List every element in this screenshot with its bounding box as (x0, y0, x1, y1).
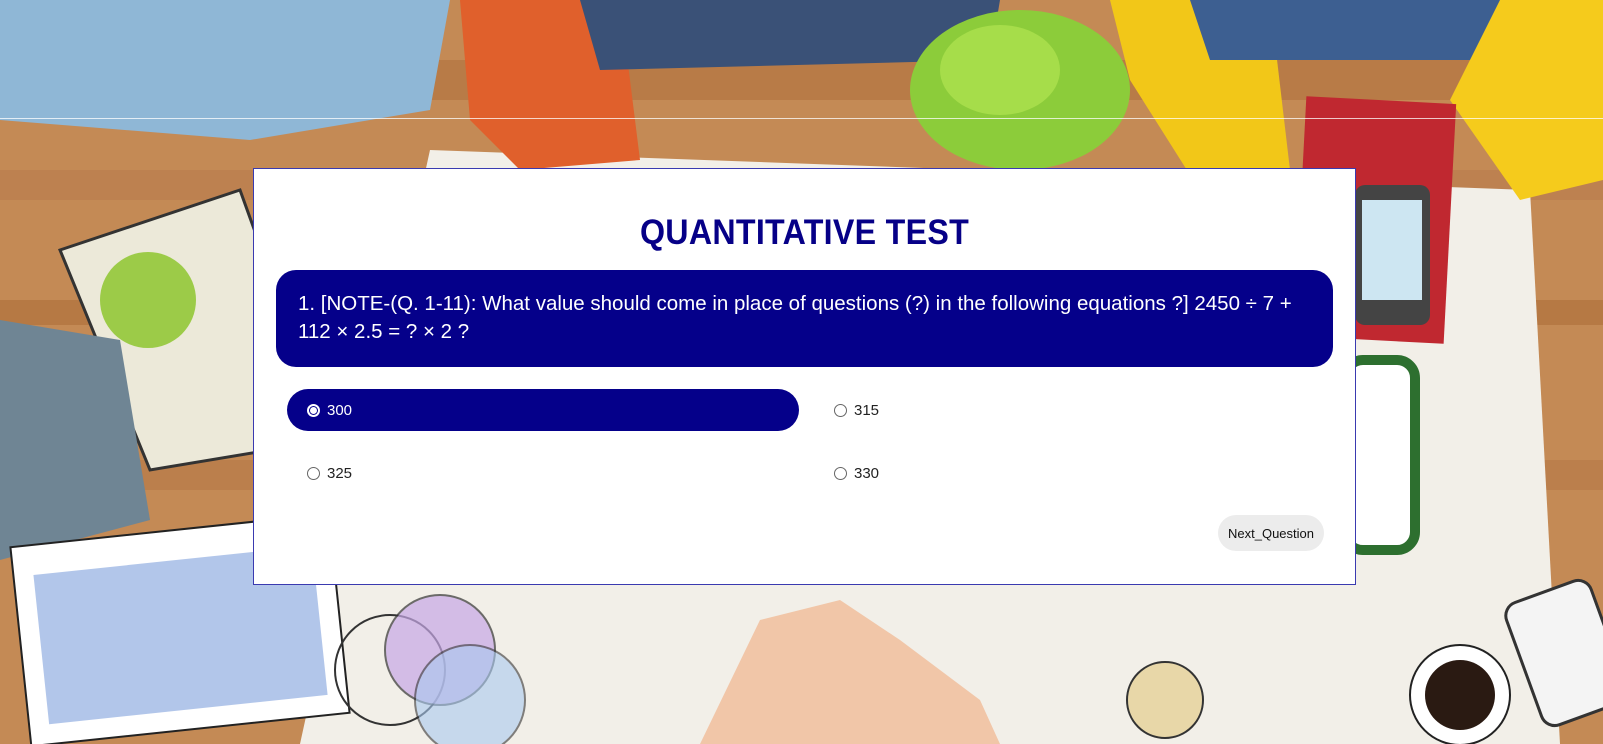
question-text: 1. [NOTE-(Q. 1-11): What value should co… (298, 292, 1292, 343)
radio-unselected-icon[interactable] (834, 466, 847, 480)
question-box: 1. [NOTE-(Q. 1-11): What value should co… (276, 270, 1333, 367)
radio-unselected-icon[interactable] (834, 403, 847, 417)
quiz-card: QUANTITATIVE TEST 1. [NOTE-(Q. 1-11): Wh… (253, 168, 1356, 585)
option-label: 330 (854, 464, 880, 482)
option-330[interactable]: 330 (814, 452, 1326, 494)
option-label: 315 (854, 401, 880, 419)
option-325[interactable]: 325 (287, 452, 799, 494)
background-divider-line (0, 118, 1603, 119)
radio-unselected-icon[interactable] (307, 466, 320, 480)
option-315[interactable]: 315 (814, 389, 1326, 431)
option-300[interactable]: 300 (287, 389, 799, 431)
quiz-title: QUANTITATIVE TEST (639, 213, 970, 252)
radio-selected-icon[interactable] (307, 403, 320, 417)
option-label: 325 (327, 464, 353, 482)
option-label: 300 (327, 401, 353, 419)
next-question-button[interactable]: Next_Question (1218, 515, 1324, 551)
